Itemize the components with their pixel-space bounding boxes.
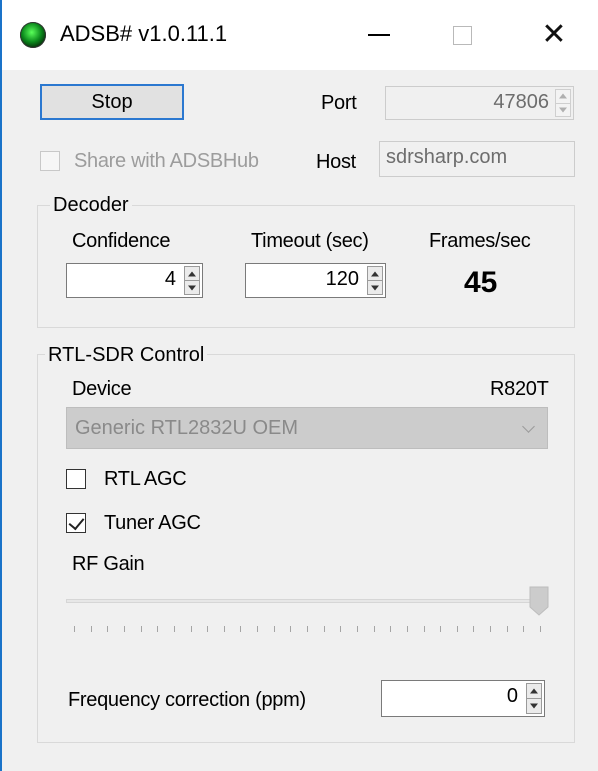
spin-up-icon[interactable] [555,89,571,104]
tuner-agc-checkbox[interactable] [66,513,86,533]
tick-mark [140,626,142,632]
tick-mark [223,626,225,632]
device-label: Device [72,378,132,400]
tick-mark [540,626,541,632]
minimize-icon [368,34,390,36]
fps-value: 45 [464,266,498,299]
tuner-agc-label: Tuner AGC [104,512,201,534]
freq-correction-field[interactable]: 0 [381,680,545,717]
tick-mark [190,626,192,632]
tick-mark [157,626,159,632]
minimize-button[interactable] [349,10,409,60]
share-checkbox[interactable] [40,151,60,171]
tick-mark [257,626,259,632]
tick-mark [123,626,125,632]
host-value: sdrsharp.com [386,146,508,168]
spin-down-icon[interactable] [184,281,200,295]
spin-up-icon[interactable] [184,266,200,281]
rf-gain-track[interactable] [66,599,548,603]
port-field[interactable]: 47806 [385,86,574,120]
spin-down-icon[interactable] [555,103,571,117]
rtl-title: RTL-SDR Control [45,343,208,367]
port-label: Port [321,92,357,114]
confidence-field[interactable]: 4 [66,263,203,298]
radar-icon [20,22,46,48]
device-select[interactable]: Generic RTL2832U OEM [66,407,548,449]
spin-down-icon[interactable] [367,281,383,295]
spin-down-icon[interactable] [526,699,542,714]
chevron-down-icon [522,420,535,433]
confidence-label: Confidence [72,230,171,252]
window-title: ADSB# v1.0.11.1 [60,21,228,46]
timeout-label: Timeout (sec) [251,230,369,252]
rf-gain-label: RF Gain [72,553,145,575]
host-field[interactable]: sdrsharp.com [379,141,575,177]
rtl-agc-checkbox[interactable] [66,469,86,489]
rtl-agc-label: RTL AGC [104,468,187,490]
tick-mark [456,626,458,632]
timeout-value: 120 [325,268,359,290]
tick-mark [423,626,425,632]
freq-correction-value: 0 [506,685,518,707]
tick-mark [490,626,492,632]
tick-mark [173,626,175,632]
title-bar[interactable]: ADSB# v1.0.11.1 ✕ [2,0,598,70]
close-icon: ✕ [541,18,567,51]
rf-gain-slider-thumb[interactable] [529,586,549,616]
close-button[interactable]: ✕ [524,10,584,60]
tick-mark [506,626,508,632]
tick-mark [356,626,358,632]
tick-mark [90,626,92,632]
tick-mark [373,626,375,632]
confidence-value: 4 [164,268,176,290]
tick-mark [207,626,209,632]
timeout-spinner[interactable] [367,266,383,295]
device-selected: Generic RTL2832U OEM [75,417,299,439]
spin-up-icon[interactable] [526,683,542,699]
rf-gain-ticks [74,626,541,634]
tick-mark [240,626,242,632]
checkmark-icon [68,513,85,531]
tick-mark [390,626,392,632]
tick-mark [107,626,109,632]
tick-mark [340,626,342,632]
tick-mark [473,626,475,632]
tick-mark [74,626,75,632]
tick-mark [323,626,325,632]
maximize-icon [452,25,472,45]
host-label: Host [316,151,356,173]
tick-mark [523,626,525,632]
tick-mark [273,626,275,632]
tuner-model: R820T [490,378,549,400]
confidence-spinner[interactable] [184,266,200,295]
tick-mark [406,626,408,632]
freq-correction-label: Frequency correction (ppm) [68,689,306,711]
tick-mark [307,626,308,632]
fps-label: Frames/sec [429,230,531,252]
share-label: Share with ADSBHub [74,150,259,172]
freq-correction-spinner[interactable] [526,683,542,714]
maximize-button[interactable] [432,10,492,60]
app-window: ADSB# v1.0.11.1 ✕ Stop Port 47806 Share … [0,0,598,771]
tick-mark [290,626,292,632]
port-value: 47806 [493,91,549,113]
port-spinner[interactable] [555,89,571,117]
decoder-title: Decoder [50,193,132,217]
stop-button[interactable]: Stop [40,84,184,120]
timeout-field[interactable]: 120 [245,263,386,298]
spin-up-icon[interactable] [367,266,383,281]
tick-mark [440,626,442,632]
